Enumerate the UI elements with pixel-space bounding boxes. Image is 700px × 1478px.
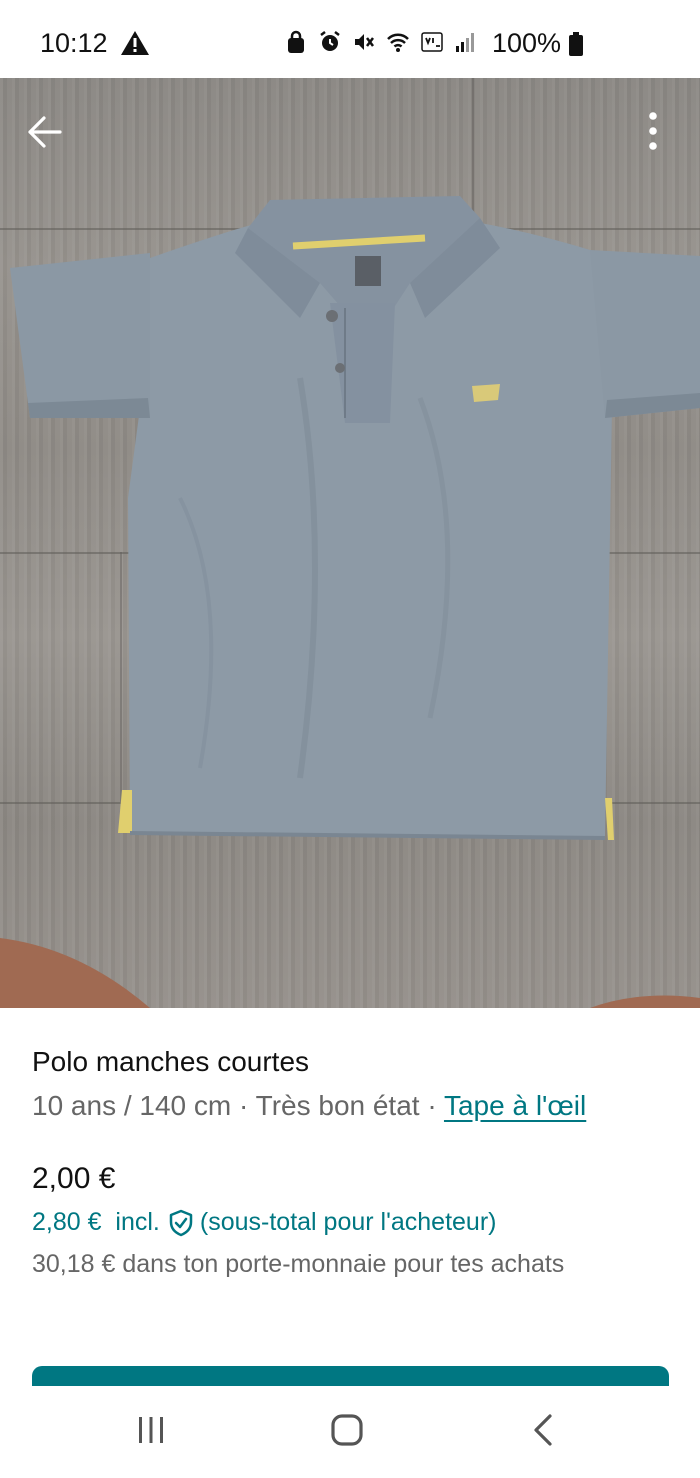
status-time: 10:12 (40, 28, 108, 58)
product-size: 10 ans / 140 cm (32, 1090, 232, 1121)
lock-icon (288, 30, 304, 53)
wifi-icon (387, 33, 409, 52)
nav-back-icon[interactable] (532, 1413, 554, 1447)
wallet-balance-note: 30,18 € dans ton porte-monnaie pour tes … (32, 1250, 565, 1278)
signal-icon (456, 33, 474, 52)
back-arrow-icon[interactable] (26, 114, 64, 150)
home-icon[interactable] (330, 1413, 364, 1447)
brand-link[interactable]: Tape à l'œil (444, 1090, 586, 1121)
incl-label: incl. (115, 1208, 160, 1236)
status-bar: 10:12 100% (0, 0, 700, 78)
status-icons (284, 30, 478, 54)
buyer-protection-price[interactable]: 2,80 € incl. (sous-total pour l'acheteur… (32, 1208, 496, 1237)
product-price: 2,00 € (32, 1162, 116, 1195)
volte-icon (421, 32, 443, 52)
product-image (0, 196, 700, 1008)
product-title: Polo manches courtes (32, 1046, 310, 1077)
shield-check-icon (169, 1209, 193, 1236)
mute-icon (355, 34, 374, 50)
recents-icon[interactable] (136, 1414, 166, 1446)
battery-percentage: 100% (492, 28, 562, 58)
warning-icon (121, 31, 149, 55)
product-attributes: 10 ans / 140 cm · Très bon état · Tape à… (32, 1090, 587, 1121)
price-incl-value: 2,80 € (32, 1208, 102, 1236)
subtotal-note: (sous-total pour l'acheteur) (199, 1208, 497, 1236)
product-photo[interactable] (0, 78, 700, 1008)
more-vertical-icon[interactable] (640, 108, 666, 154)
alarm-icon (320, 31, 340, 51)
product-condition: Très bon état (255, 1090, 420, 1121)
battery-icon (569, 32, 583, 56)
